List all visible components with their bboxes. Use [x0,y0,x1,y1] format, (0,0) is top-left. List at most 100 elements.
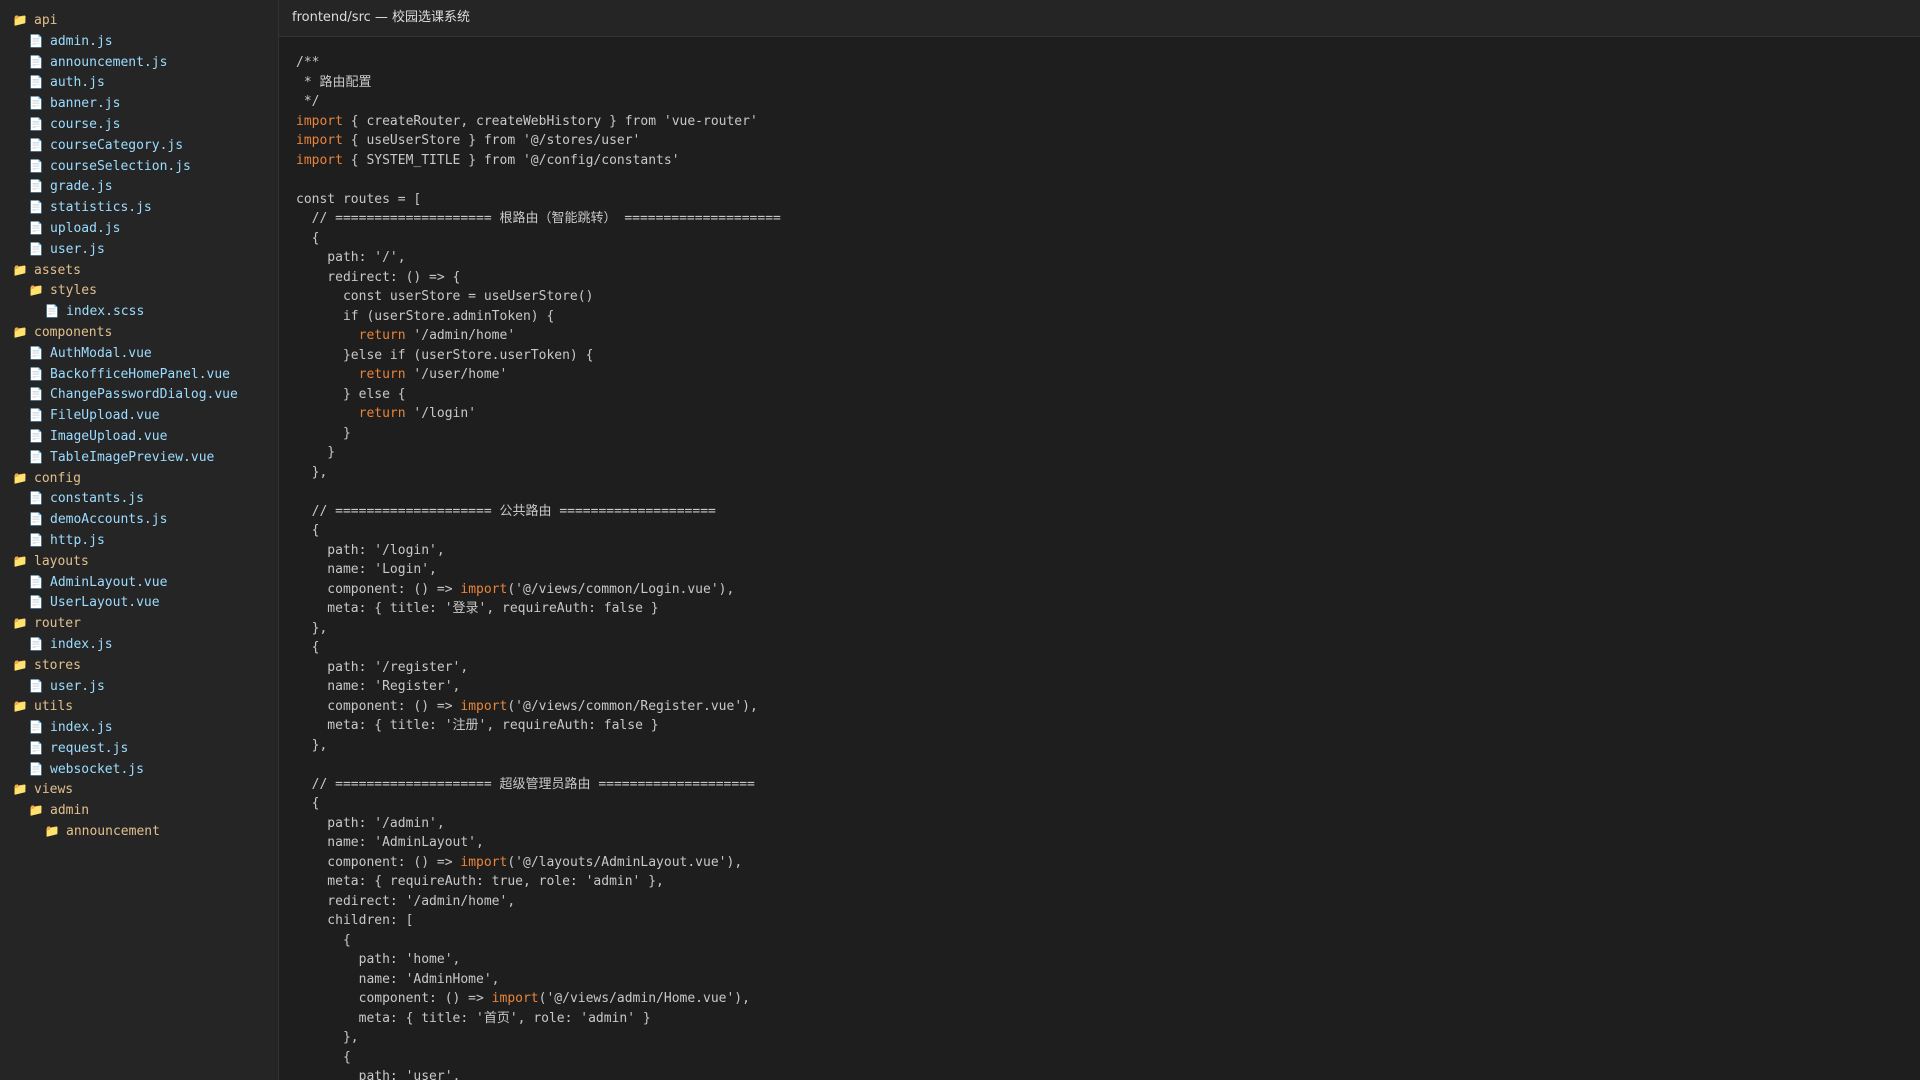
file-icon [28,343,44,364]
tree-file[interactable]: ImageUpload.vue [0,426,278,447]
tree-file[interactable]: FileUpload.vue [0,405,278,426]
tree-file[interactable]: grade.js [0,176,278,197]
tree-folder[interactable]: config [0,468,278,489]
tree-item-label: utils [34,699,74,715]
tree-item-label: UserLayout.vue [50,595,160,611]
tree-folder[interactable]: api [0,10,278,31]
file-icon [28,364,44,385]
tree-folder[interactable]: styles [0,280,278,301]
tree-file[interactable]: index.scss [0,301,278,322]
tree-item-label: courseSelection.js [50,158,191,174]
tree-file[interactable]: statistics.js [0,197,278,218]
code-line: { [296,1049,351,1065]
tree-item-label: AuthModal.vue [50,345,152,361]
tree-file[interactable]: websocket.js [0,759,278,780]
code-line: const routes = [ [296,191,422,207]
tree-item-label: api [34,13,58,28]
folder-icon [12,655,28,676]
tree-file[interactable]: AuthModal.vue [0,343,278,364]
tree-item-label: ImageUpload.vue [50,428,168,444]
code-line: { [296,523,320,538]
tree-file[interactable]: TableImagePreview.vue [0,447,278,468]
file-icon [28,176,44,197]
tree-file[interactable]: ChangePasswordDialog.vue [0,384,278,405]
tree-file[interactable]: index.js [0,717,278,738]
tree-folder[interactable]: stores [0,655,278,676]
tree-file[interactable]: banner.js [0,93,278,114]
code-line: }, [296,620,328,636]
tree-file[interactable]: index.js [0,634,278,655]
code-line: return '/user/home' [358,367,508,382]
code-line: } [296,425,351,441]
tree-file[interactable]: courseSelection.js [0,156,278,177]
tree-file[interactable]: demoAccounts.js [0,509,278,530]
code-line: meta: { requireAuth: true, role: 'admin'… [296,874,664,889]
tree-file[interactable]: user.js [0,239,278,260]
tree-file[interactable]: AdminLayout.vue [0,572,278,593]
folder-icon [12,260,28,281]
tree-item-label: styles [50,283,97,299]
tree-folder[interactable]: announcement [0,821,278,842]
tree-folder[interactable]: views [0,779,278,800]
code-line: meta: { title: '首页', role: 'admin' } [296,1010,651,1026]
code-line: name: 'AdminLayout', [296,835,484,850]
file-icon [28,197,44,218]
tree-file[interactable]: announcement.js [0,52,278,73]
file-icon [28,384,44,405]
tree-item-label: views [34,782,74,798]
tree-file[interactable]: request.js [0,738,278,759]
tree-item-label: announcement.js [50,54,168,70]
tree-item-label: ChangePasswordDialog.vue [50,387,238,403]
tree-file[interactable]: http.js [0,530,278,551]
tree-file[interactable]: UserLayout.vue [0,592,278,613]
code-line: const userStore = useUserStore() [296,289,594,304]
code-line: path: '/admin', [296,815,445,831]
tree-file[interactable]: constants.js [0,488,278,509]
code-line: name: 'Register', [296,679,461,694]
code-line: { [296,230,320,246]
tree-item-label: index.js [50,636,113,652]
tree-item-label: admin.js [50,33,113,49]
tree-file[interactable]: courseCategory.js [0,135,278,156]
tree-item-label: grade.js [50,179,113,195]
tree-item-label: user.js [50,241,105,257]
code-line: { [296,932,351,948]
code-line: path: '/', [296,250,406,265]
tree-item-label: upload.js [50,220,121,236]
tree-file[interactable]: course.js [0,114,278,135]
code-line: }, [296,1030,359,1045]
tree-item-label: AdminLayout.vue [50,574,168,590]
tree-item-label: FileUpload.vue [50,408,160,424]
code-editor[interactable]: /** * 路由配置 */ import { createRouter, crea… [279,37,1920,1080]
tree-folder[interactable]: assets [0,260,278,281]
code-line: }else if (userStore.userToken) { [296,347,594,363]
tree-file[interactable]: admin.js [0,31,278,52]
tree-item-label: http.js [50,532,105,548]
tree-file[interactable]: auth.js [0,72,278,93]
file-icon [28,405,44,426]
code-line: // ==================== 公共路由 ===========… [296,503,716,519]
code-line: // ==================== 超级管理员路由 ========… [296,776,755,792]
tree-folder[interactable]: utils [0,696,278,717]
tree-file[interactable]: user.js [0,676,278,697]
tree-item-label: BackofficeHomePanel.vue [50,366,231,382]
code-line: /** [296,55,320,70]
code-line: } [296,445,336,460]
code-line: meta: { title: '登录', requireAuth: false … [296,601,659,616]
tree-folder[interactable]: components [0,322,278,343]
tree-folder[interactable]: router [0,613,278,634]
main-area: frontend/src — 校园选课系统 /** * 路由配置 */ impor… [279,0,1920,1080]
code-line: path: '/login', [296,542,445,558]
tree-folder[interactable]: admin [0,800,278,821]
tree-file[interactable]: BackofficeHomePanel.vue [0,364,278,385]
code-line: component: () => import('@/views/common/… [296,698,758,714]
code-line: }, [296,737,328,753]
tree-folder[interactable]: layouts [0,551,278,572]
tree-item-label: course.js [50,116,121,132]
tree-file[interactable]: upload.js [0,218,278,239]
tree-item-label: components [34,324,113,340]
code-line: } else { [296,386,406,402]
file-icon [28,488,44,509]
